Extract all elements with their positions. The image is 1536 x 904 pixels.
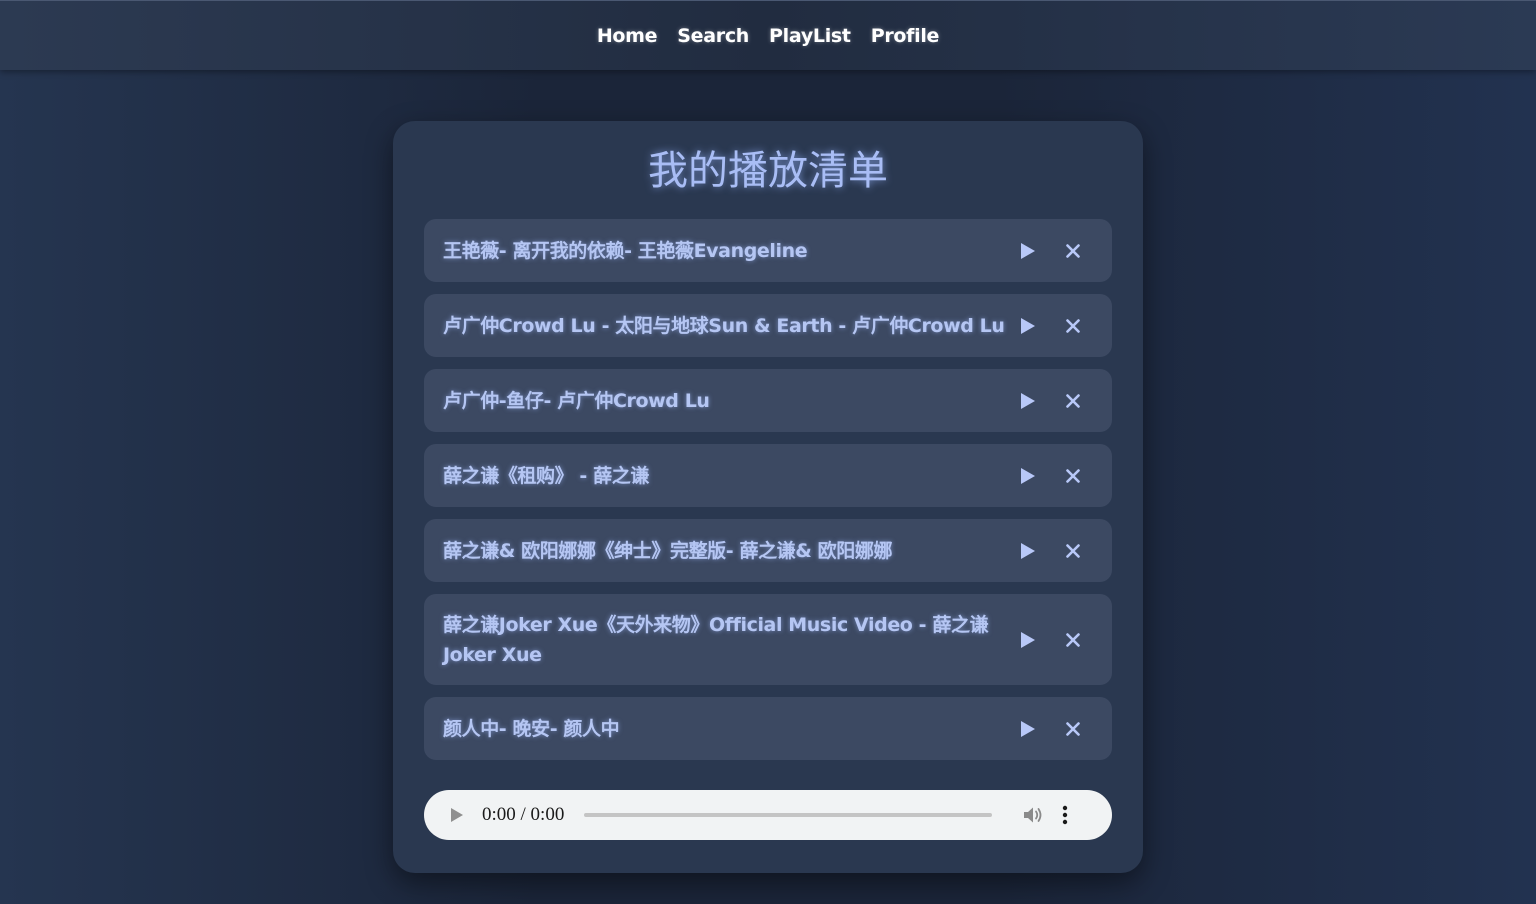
close-icon — [1066, 243, 1080, 258]
playlist-list: 王艳薇- 离开我的依赖- 王艳薇Evangeline 卢广仲Crowd Lu -… — [424, 219, 1112, 772]
playlist-item: 薛之谦& 欧阳娜娜《绅士》完整版- 薛之谦& 欧阳娜娜 — [424, 519, 1112, 582]
audio-progress-slider[interactable] — [584, 813, 993, 817]
remove-button[interactable] — [1060, 716, 1086, 742]
remove-button[interactable] — [1060, 538, 1086, 564]
close-icon — [1066, 318, 1080, 333]
remove-button[interactable] — [1060, 627, 1086, 653]
song-title: 颜人中- 晚安- 颜人中 — [443, 717, 620, 740]
play-icon — [1021, 242, 1035, 259]
nav-home-link[interactable]: Home — [597, 25, 658, 47]
play-button[interactable] — [1015, 313, 1041, 339]
play-icon — [1021, 542, 1035, 559]
close-icon — [1066, 632, 1080, 647]
play-icon — [1021, 631, 1035, 648]
more-vertical-icon — [1063, 805, 1068, 825]
play-button[interactable] — [1015, 463, 1041, 489]
audio-volume-button[interactable] — [1022, 804, 1044, 826]
song-title: 薛之谦& 欧阳娜娜《绅士》完整版- 薛之谦& 欧阳娜娜 — [443, 539, 893, 562]
playlist-item: 王艳薇- 离开我的依赖- 王艳薇Evangeline — [424, 219, 1112, 282]
remove-button[interactable] — [1060, 238, 1086, 264]
play-icon — [1021, 720, 1035, 737]
volume-icon — [1024, 807, 1042, 823]
nav-search-link[interactable]: Search — [677, 25, 749, 47]
nav-playlist-link[interactable]: PlayList — [769, 25, 851, 47]
play-button[interactable] — [1015, 627, 1041, 653]
audio-player: 0:00 / 0:00 — [424, 790, 1112, 840]
close-icon — [1066, 721, 1080, 736]
play-button[interactable] — [1015, 716, 1041, 742]
remove-button[interactable] — [1060, 463, 1086, 489]
playlist-item: 颜人中- 晚安- 颜人中 — [424, 697, 1112, 760]
playlist-title: 我的播放清单 — [648, 148, 888, 194]
play-icon — [1021, 317, 1035, 334]
playlist-card: 我的播放清单 王艳薇- 离开我的依赖- 王艳薇Evangeline 卢广仲Cro… — [393, 121, 1143, 873]
close-icon — [1066, 468, 1080, 483]
audio-time-display: 0:00 / 0:00 — [482, 804, 565, 825]
close-icon — [1066, 543, 1080, 558]
playlist-item: 卢广仲-鱼仔- 卢广仲Crowd Lu — [424, 369, 1112, 432]
play-button[interactable] — [1015, 238, 1041, 264]
song-title: 薛之谦《租购》 - 薛之谦 — [443, 464, 649, 487]
remove-button[interactable] — [1060, 313, 1086, 339]
close-icon — [1066, 393, 1080, 408]
play-icon — [1021, 392, 1035, 409]
play-button[interactable] — [1015, 538, 1041, 564]
song-title: 卢广仲-鱼仔- 卢广仲Crowd Lu — [443, 389, 710, 412]
play-button[interactable] — [1015, 388, 1041, 414]
audio-play-button[interactable] — [450, 806, 466, 824]
playlist-item: 薛之谦Joker Xue《天外来物》Official Music Video -… — [424, 594, 1112, 685]
song-title: 薛之谦Joker Xue《天外来物》Official Music Video -… — [443, 613, 989, 666]
remove-button[interactable] — [1060, 388, 1086, 414]
play-icon — [1021, 467, 1035, 484]
playlist-item: 卢广仲Crowd Lu - 太阳与地球Sun & Earth - 卢广仲Crow… — [424, 294, 1112, 357]
top-navbar: Home Search PlayList Profile — [0, 0, 1536, 70]
audio-options-button[interactable] — [1062, 805, 1068, 825]
playlist-item: 薛之谦《租购》 - 薛之谦 — [424, 444, 1112, 507]
song-title: 卢广仲Crowd Lu - 太阳与地球Sun & Earth - 卢广仲Crow… — [443, 314, 1005, 337]
song-title: 王艳薇- 离开我的依赖- 王艳薇Evangeline — [443, 239, 808, 262]
play-icon — [451, 808, 463, 822]
nav-profile-link[interactable]: Profile — [871, 25, 940, 47]
